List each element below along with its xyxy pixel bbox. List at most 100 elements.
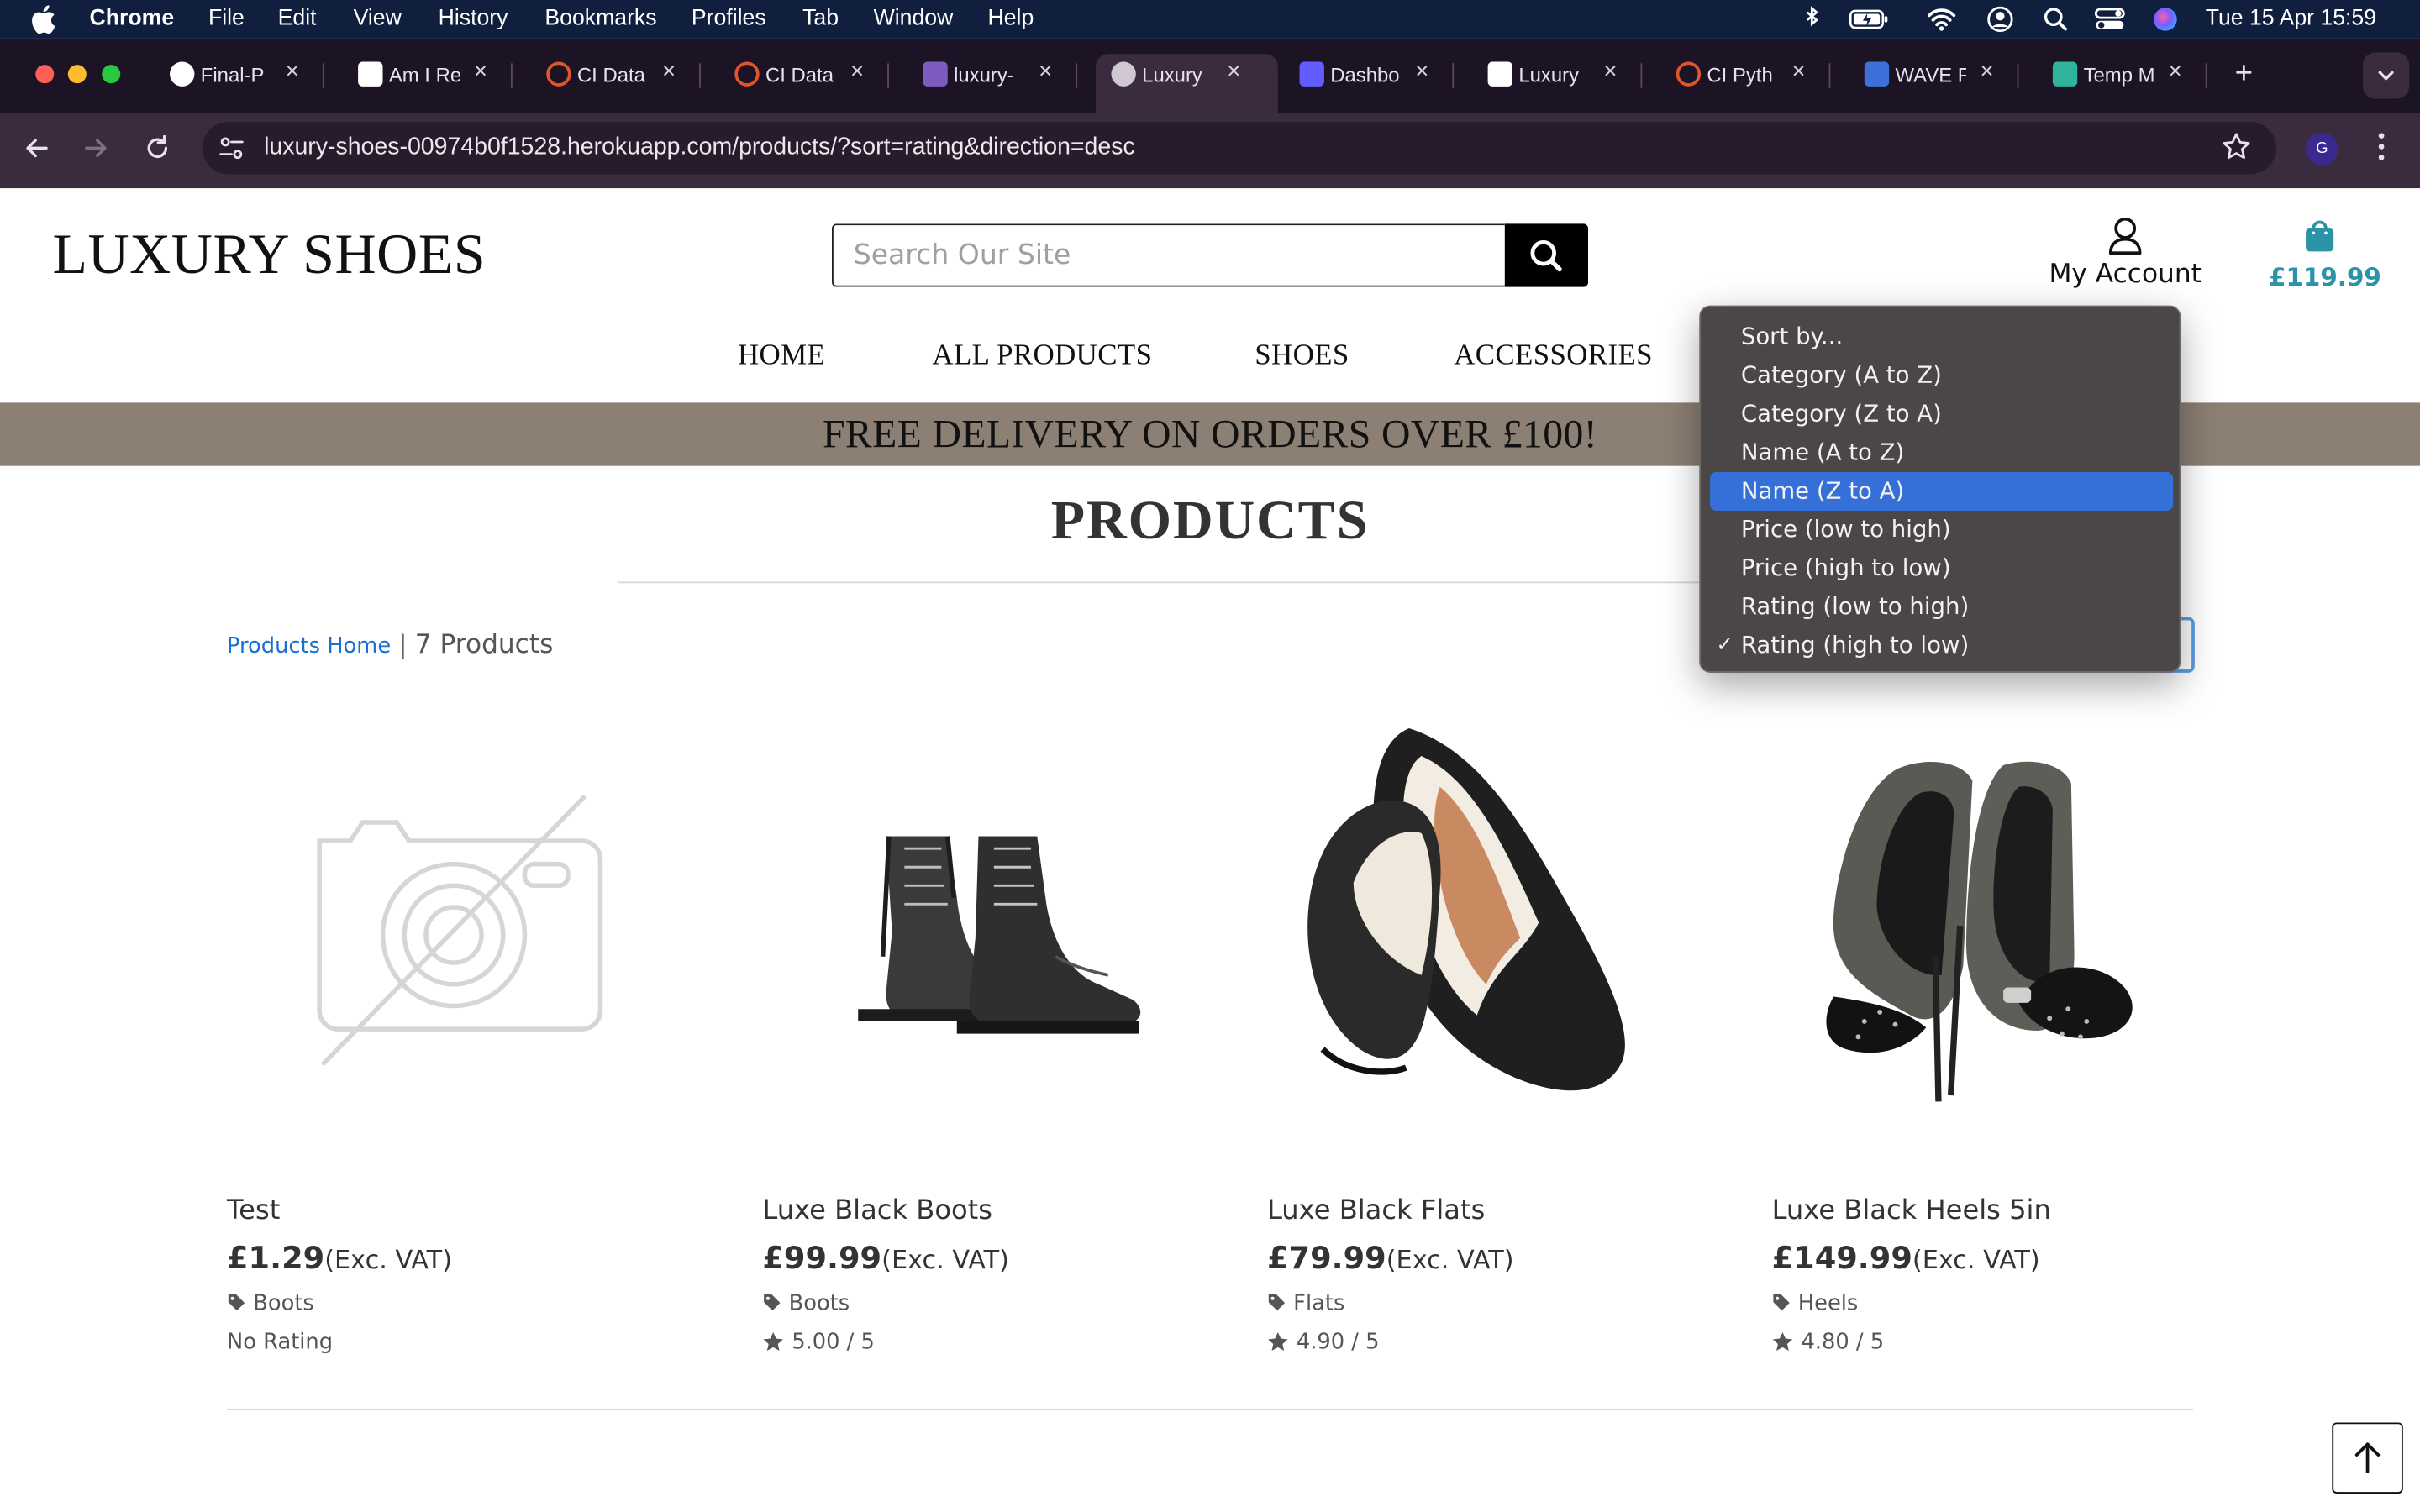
- menu-window[interactable]: Window: [874, 6, 954, 32]
- new-tab-button[interactable]: +: [2235, 57, 2253, 92]
- menu-file[interactable]: File: [208, 6, 245, 32]
- siri-icon[interactable]: [2151, 6, 2179, 32]
- address-bar[interactable]: luxury-shoes-00974b0f1528.herokuapp.com/…: [202, 122, 2277, 175]
- nav-home[interactable]: HOME: [738, 339, 825, 373]
- my-account-link[interactable]: My Account: [2048, 213, 2202, 293]
- close-tab-icon[interactable]: ×: [850, 59, 864, 87]
- window-zoom-button[interactable]: [102, 65, 121, 84]
- window-minimize-button[interactable]: [67, 65, 87, 84]
- url-text[interactable]: luxury-shoes-00974b0f1528.herokuapp.com/…: [264, 134, 1135, 162]
- profile-avatar[interactable]: G: [2306, 132, 2338, 165]
- menu-tab[interactable]: Tab: [802, 6, 839, 32]
- browser-tab[interactable]: CI Pyth ×: [1660, 54, 1843, 113]
- sort-option-price-asc[interactable]: Price (low to high): [1710, 511, 2173, 549]
- menu-view[interactable]: View: [354, 6, 402, 32]
- sort-option-rating-desc-label: Rating (high to low): [1740, 631, 1970, 659]
- bluetooth-icon[interactable]: [1798, 6, 1826, 32]
- product-rating: 5.00 / 5: [762, 1330, 875, 1355]
- product-category[interactable]: Boots: [762, 1291, 850, 1316]
- nav-all-products[interactable]: ALL PRODUCTS: [932, 339, 1152, 373]
- close-tab-icon[interactable]: ×: [1791, 59, 1805, 87]
- browser-tab[interactable]: CI Data ×: [719, 54, 902, 113]
- sort-option-category-desc[interactable]: Category (Z to A): [1710, 395, 2173, 433]
- menu-profiles[interactable]: Profiles: [692, 6, 766, 32]
- product-price: £99.99(Exc. VAT): [762, 1239, 1009, 1276]
- browser-tab-label: Temp M: [2083, 63, 2155, 87]
- close-tab-icon[interactable]: ×: [1227, 59, 1240, 87]
- tab-search-button[interactable]: [2363, 52, 2410, 99]
- product-name[interactable]: Luxe Black Flats: [1267, 1195, 1485, 1226]
- sort-option-rating-desc[interactable]: ✓ Rating (high to low): [1710, 627, 2173, 665]
- site-search-button[interactable]: [1504, 223, 1588, 287]
- browser-tab[interactable]: Am I Re ×: [343, 54, 525, 113]
- product-name[interactable]: Test: [227, 1195, 280, 1226]
- close-tab-icon[interactable]: ×: [662, 59, 676, 87]
- browser-tab[interactable]: Temp M ×: [2037, 54, 2219, 113]
- tab-separator: [2017, 63, 2019, 88]
- site-logo[interactable]: LUXURY SHOES: [52, 222, 486, 288]
- sort-option-name-asc[interactable]: Name (A to Z): [1710, 433, 2173, 472]
- product-name[interactable]: Luxe Black Heels 5in: [1772, 1195, 2051, 1226]
- browser-tab[interactable]: luxury- ×: [908, 54, 1090, 113]
- menu-edit[interactable]: Edit: [278, 6, 317, 32]
- browser-tab[interactable]: WAVE F ×: [1849, 54, 2031, 113]
- close-tab-icon[interactable]: ×: [2169, 59, 2182, 87]
- site-search-input[interactable]: [832, 223, 1505, 287]
- sort-option-category-asc[interactable]: Category (A to Z): [1710, 356, 2173, 395]
- product-card[interactable]: Test £1.29(Exc. VAT) Boots No Rating: [227, 695, 690, 1373]
- title-divider: [617, 581, 1803, 584]
- nav-shoes[interactable]: SHOES: [1255, 339, 1349, 373]
- menu-app-name[interactable]: Chrome: [90, 6, 175, 32]
- shopping-bag-link[interactable]: £119.99: [2269, 213, 2381, 293]
- black-boots-image[interactable]: [762, 695, 1225, 1158]
- bookmark-star-icon[interactable]: [2221, 131, 2252, 162]
- product-card[interactable]: Luxe Black Flats £79.99(Exc. VAT) Flats …: [1267, 695, 1730, 1373]
- battery-icon[interactable]: [1849, 6, 1889, 32]
- nav-accessories[interactable]: ACCESSORIES: [1454, 339, 1653, 373]
- back-to-top-button[interactable]: [2332, 1422, 2403, 1494]
- reload-icon[interactable]: [140, 131, 174, 165]
- black-flats-image[interactable]: [1267, 695, 1730, 1158]
- wifi-icon[interactable]: [1926, 6, 1957, 32]
- browser-tab[interactable]: Luxury ×: [1472, 54, 1655, 113]
- no-image-placeholder-icon[interactable]: [227, 695, 690, 1158]
- product-category[interactable]: Boots: [227, 1291, 314, 1316]
- menu-bookmarks[interactable]: Bookmarks: [544, 6, 656, 32]
- close-tab-icon[interactable]: ×: [1039, 59, 1052, 87]
- window-close-button[interactable]: [35, 65, 55, 84]
- product-category[interactable]: Flats: [1267, 1291, 1344, 1316]
- sort-dropdown-menu[interactable]: Sort by... Category (A to Z) Category (Z…: [1699, 305, 2181, 673]
- product-rating: 4.80 / 5: [1772, 1330, 1884, 1355]
- products-home-link[interactable]: Products Home: [227, 634, 391, 659]
- product-category[interactable]: Heels: [1772, 1291, 1858, 1316]
- browser-tab[interactable]: Luxury ×: [1096, 54, 1278, 113]
- sort-option-rating-asc[interactable]: Rating (low to high): [1710, 588, 2173, 627]
- close-tab-icon[interactable]: ×: [1415, 59, 1428, 87]
- sort-option-price-desc[interactable]: Price (high to low): [1710, 549, 2173, 588]
- close-tab-icon[interactable]: ×: [286, 59, 299, 87]
- product-card[interactable]: Luxe Black Heels 5in £149.99(Exc. VAT) H…: [1772, 695, 2235, 1373]
- sort-option-name-desc[interactable]: Name (Z to A): [1710, 472, 2174, 511]
- menu-help[interactable]: Help: [988, 6, 1034, 32]
- chevron-down-icon: [2378, 71, 2394, 81]
- user-account-icon[interactable]: [1986, 6, 2014, 33]
- black-heels-image[interactable]: [1772, 695, 2235, 1158]
- apple-icon[interactable]: [31, 5, 55, 34]
- menu-history[interactable]: History: [439, 6, 508, 32]
- sort-option-default[interactable]: Sort by...: [1710, 318, 2173, 356]
- site-info-icon[interactable]: [218, 134, 245, 162]
- browser-tab[interactable]: CI Data ×: [531, 54, 713, 113]
- control-center-icon[interactable]: [2094, 6, 2125, 32]
- close-tab-icon[interactable]: ×: [474, 59, 487, 87]
- browser-tab[interactable]: Dashbo ×: [1284, 54, 1466, 113]
- browser-tab[interactable]: Final-P ×: [155, 54, 337, 113]
- product-card[interactable]: Luxe Black Boots £99.99(Exc. VAT) Boots …: [762, 695, 1225, 1373]
- spotlight-search-icon[interactable]: [2042, 6, 2070, 32]
- back-arrow-icon[interactable]: [20, 131, 54, 165]
- menubar-datetime[interactable]: Tue 15 Apr 15:59: [2206, 6, 2376, 32]
- product-name[interactable]: Luxe Black Boots: [762, 1195, 992, 1226]
- close-tab-icon[interactable]: ×: [1981, 59, 1994, 87]
- close-tab-icon[interactable]: ×: [1603, 59, 1617, 87]
- forward-arrow-icon[interactable]: [79, 131, 113, 165]
- more-menu-icon[interactable]: [2374, 129, 2389, 163]
